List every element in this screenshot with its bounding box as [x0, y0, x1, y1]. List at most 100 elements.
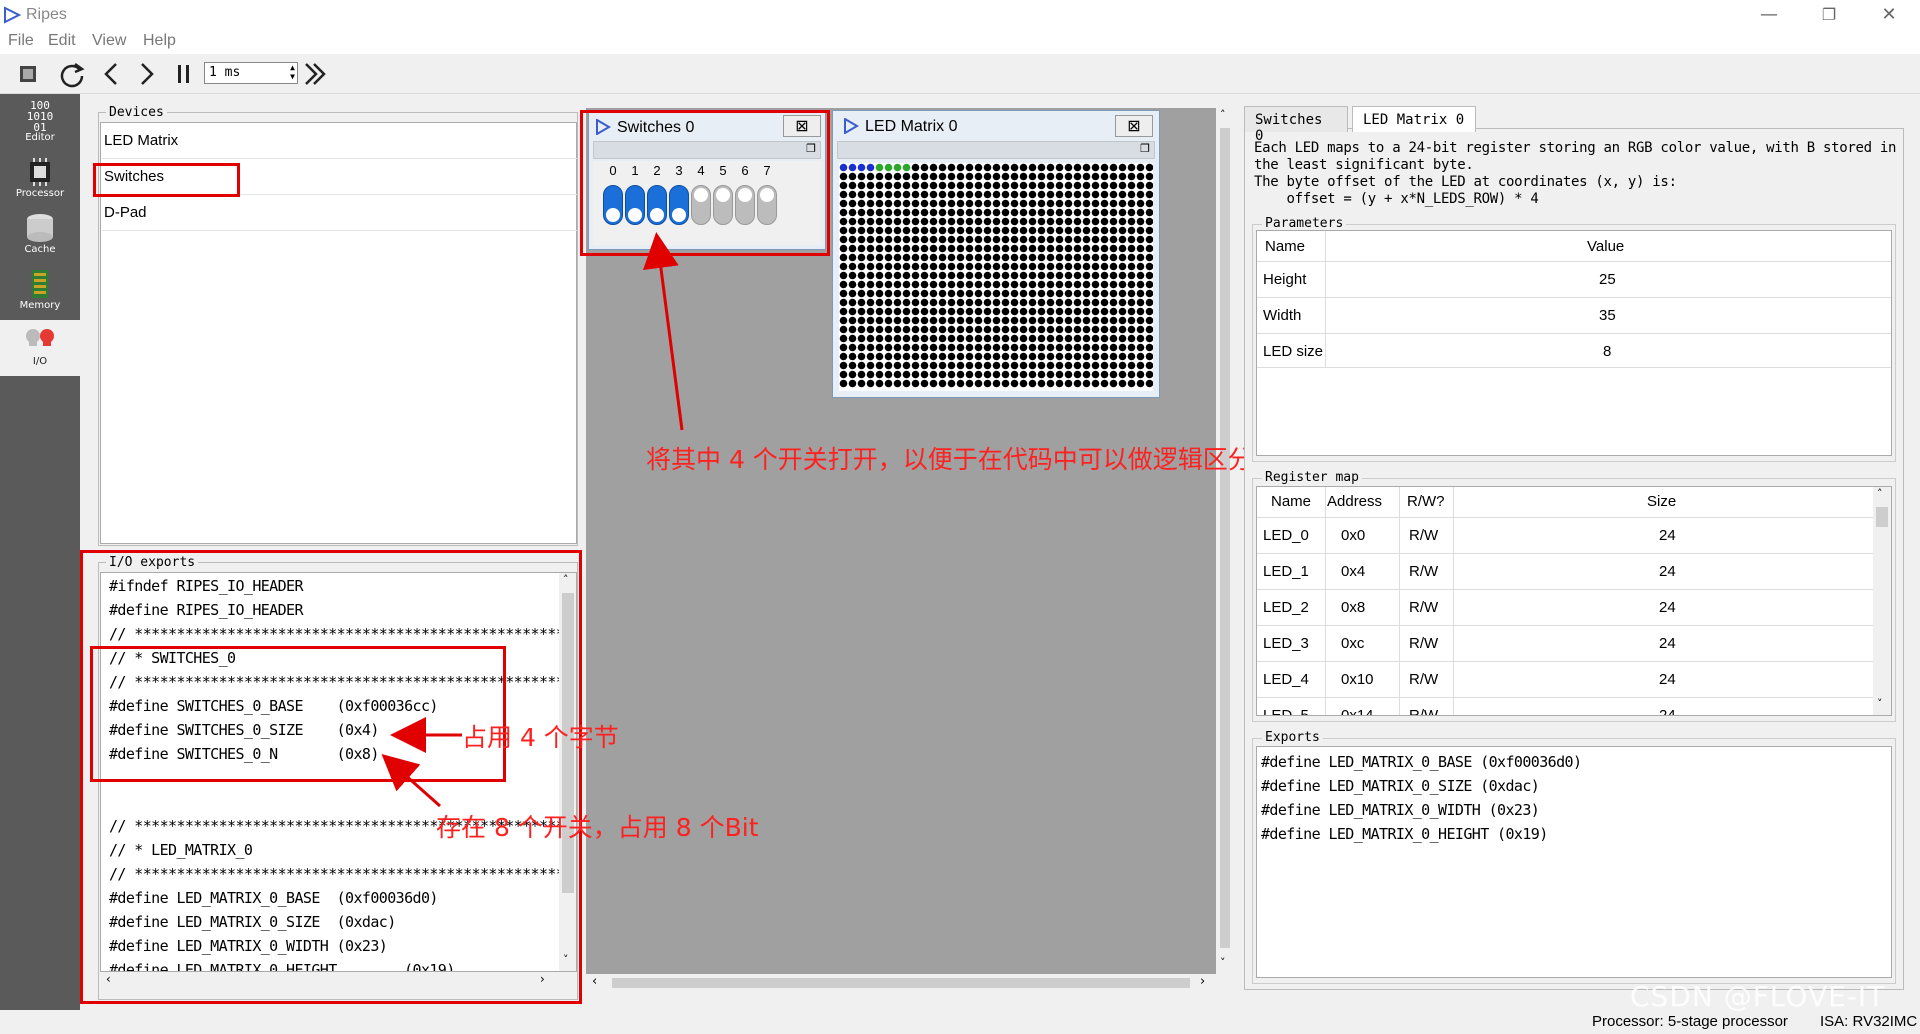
sidebar-item-memory[interactable]: Memory — [0, 264, 80, 320]
led — [1064, 370, 1073, 379]
canvas-scroll-up-icon[interactable]: ˄ — [1220, 108, 1226, 121]
tab-switches[interactable]: Switches 0 — [1244, 106, 1348, 144]
canvas-hscrollbar[interactable]: ‹ › — [586, 974, 1216, 992]
led — [1010, 370, 1019, 379]
canvas-scroll-right-icon[interactable]: › — [1200, 974, 1205, 989]
led — [1064, 280, 1073, 289]
param-height-value[interactable]: 25 — [1599, 271, 1616, 288]
menu-file[interactable]: File — [8, 32, 34, 50]
pause-icon[interactable] — [170, 60, 198, 88]
canvas-vscrollbar[interactable]: ˄ ˅ — [1216, 108, 1234, 974]
led — [929, 280, 938, 289]
led — [1091, 271, 1100, 280]
param-ledsize-value[interactable]: 8 — [1603, 343, 1611, 360]
spin-arrows-icon[interactable]: ▲ ▼ — [290, 63, 295, 81]
device-item-dpad[interactable]: D-Pad — [102, 195, 577, 231]
led — [974, 379, 983, 388]
menu-help[interactable]: Help — [143, 32, 176, 50]
led — [1136, 190, 1145, 199]
led — [983, 379, 992, 388]
sidebar-item-processor[interactable]: Processor — [0, 152, 80, 208]
regmap-scroll-thumb[interactable] — [1876, 507, 1888, 527]
led — [1028, 217, 1037, 226]
led — [1109, 271, 1118, 280]
led — [1136, 307, 1145, 316]
led — [1028, 190, 1037, 199]
led — [884, 316, 893, 325]
speed-value: 1 ms — [209, 65, 241, 80]
run-icon[interactable] — [302, 60, 330, 88]
canvas-vscroll-thumb[interactable] — [1220, 128, 1230, 948]
regmap-header: R/W? — [1407, 493, 1445, 510]
led — [875, 289, 884, 298]
led — [1046, 208, 1055, 217]
led — [1037, 271, 1046, 280]
canvas-scroll-down-icon[interactable]: ˅ — [1220, 956, 1226, 969]
led — [1145, 343, 1153, 352]
led — [911, 343, 920, 352]
led — [839, 271, 848, 280]
sidebar-item-cache[interactable]: Cache — [0, 208, 80, 264]
led — [965, 370, 974, 379]
menu-edit[interactable]: Edit — [48, 32, 76, 50]
led — [884, 235, 893, 244]
param-width-value[interactable]: 35 — [1599, 307, 1616, 324]
regmap-cell: R/W — [1409, 599, 1439, 616]
regmap-scrollbar[interactable]: ˄ ˅ — [1873, 487, 1891, 715]
menu-view[interactable]: View — [92, 32, 126, 50]
led — [1028, 307, 1037, 316]
canvas-hscroll-thumb[interactable] — [612, 978, 1190, 988]
step-back-icon[interactable] — [98, 60, 126, 88]
regmap-cell: 0x10 — [1341, 671, 1374, 688]
led — [947, 163, 956, 172]
led — [1019, 163, 1028, 172]
exports-code[interactable]: #define LED_MATRIX_0_BASE (0xf00036d0) #… — [1256, 746, 1892, 978]
speed-input[interactable]: 1 ms ▲ ▼ — [204, 62, 298, 84]
led — [884, 370, 893, 379]
led — [1127, 307, 1136, 316]
led — [992, 172, 1001, 181]
led — [938, 163, 947, 172]
led — [1073, 244, 1082, 253]
step-forward-icon[interactable] — [132, 60, 160, 88]
led — [965, 262, 974, 271]
led — [1028, 244, 1037, 253]
led — [1145, 172, 1153, 181]
minimize-button[interactable]: — — [1746, 2, 1792, 28]
register-map-table[interactable]: Name Address R/W? Size LED_0 0x0 R/W 24 LED_1 0x4… — [1256, 486, 1892, 716]
reset-icon[interactable] — [58, 60, 86, 88]
led — [1010, 280, 1019, 289]
canvas-scroll-left-icon[interactable]: ‹ — [592, 974, 597, 989]
led — [1145, 253, 1153, 262]
led — [1055, 244, 1064, 253]
led — [938, 289, 947, 298]
led — [1091, 163, 1100, 172]
select-processor-icon[interactable] — [14, 60, 42, 88]
device-item-led-matrix[interactable]: LED Matrix — [102, 123, 577, 159]
led — [1109, 334, 1118, 343]
sidebar-item-editor[interactable]: 100 1010 01 Editor — [0, 96, 80, 152]
regmap-scroll-down-icon[interactable]: ˅ — [1877, 697, 1883, 710]
tab-led-matrix[interactable]: LED Matrix 0 — [1352, 106, 1476, 132]
led — [1118, 352, 1127, 361]
led — [1127, 343, 1136, 352]
led — [1136, 226, 1145, 235]
led — [1136, 235, 1145, 244]
led — [875, 181, 884, 190]
led-restore-icon[interactable]: ❐ — [1140, 142, 1150, 155]
led — [857, 379, 866, 388]
led — [884, 280, 893, 289]
devices-title: Devices — [106, 105, 167, 120]
led-window-close-button[interactable]: ⊠ — [1115, 115, 1153, 137]
led — [839, 217, 848, 226]
regmap-scroll-up-icon[interactable]: ˄ — [1877, 487, 1883, 500]
led — [1055, 325, 1064, 334]
led — [911, 253, 920, 262]
led — [1073, 226, 1082, 235]
led — [1019, 298, 1028, 307]
sidebar-item-io[interactable]: I/O — [0, 320, 80, 376]
close-button[interactable]: ✕ — [1866, 2, 1912, 28]
maximize-button[interactable]: ❐ — [1806, 2, 1852, 28]
led — [1100, 199, 1109, 208]
led — [1091, 298, 1100, 307]
